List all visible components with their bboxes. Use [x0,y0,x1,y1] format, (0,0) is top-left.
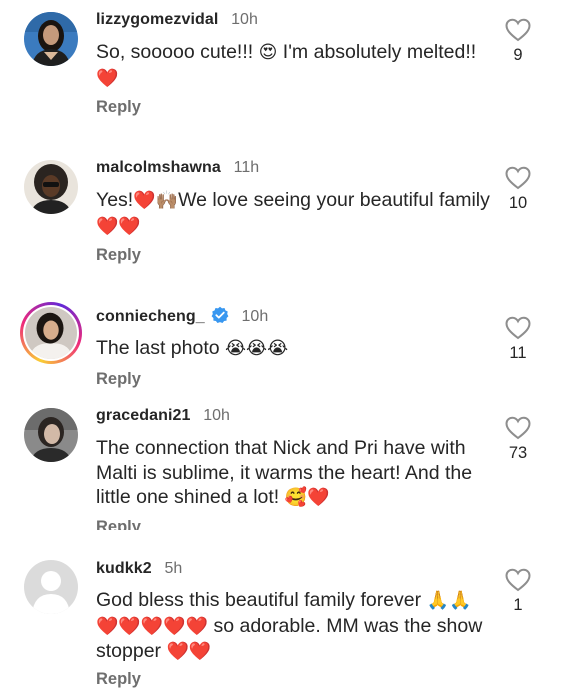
like-count: 9 [513,46,523,64]
reply-button[interactable]: Reply [96,370,141,389]
username[interactable]: kudkk2 [96,560,152,577]
username[interactable]: gracedani21 [96,407,190,424]
comment-meta: conniecheng_ 10h [96,306,268,327]
heart-outline-icon[interactable] [505,568,531,592]
emoji: ❤️❤️ [96,215,141,237]
heart-outline-icon[interactable] [505,166,531,190]
comment-text: The connection that Nick and Pri have wi… [96,436,496,511]
comment-text: The last photo 😭😭😭 [96,336,496,362]
comment-text-segment: We love seeing your beautiful family [178,189,490,211]
default-avatar-icon[interactable] [24,560,78,614]
like-control: 10 [498,166,538,213]
like-control: 1 [498,568,538,615]
emoji: ❤️❤️ [166,641,212,662]
timestamp: 10h [203,407,230,424]
like-control: 73 [498,416,538,463]
reply-button[interactable]: Reply [96,98,141,117]
comment-text-segment: Yes! [96,189,134,211]
verified-badge-icon [211,306,229,323]
avatar-image-lizzygomezvidal [24,12,78,66]
avatar[interactable] [24,408,78,462]
comment-item: conniecheng_ 10h The last photo 😭😭😭 Repl… [0,296,568,392]
comment-text: Yes!❤️🙌🏽We love seeing your beautiful fa… [96,188,496,239]
avatar-image-conniecheng [25,307,77,359]
like-control: 11 [498,316,538,363]
comment-meta: lizzygomezvidal 10h [96,9,258,30]
story-ring[interactable] [20,302,82,364]
heart-outline-icon[interactable] [505,416,531,440]
like-count: 1 [513,596,523,614]
avatar-image-malcolmshawna [24,160,78,214]
comment-meta: kudkk2 5h [96,558,182,579]
comment-item: lizzygomezvidal 10h So, sooooo cute!!! 😍… [0,0,568,140]
like-count: 11 [509,344,527,362]
emoji: 🥰❤️ [284,487,330,508]
comment-text: So, sooooo cute!!! 😍 I'm absolutely melt… [96,40,496,91]
reply-button[interactable]: Reply [96,246,141,265]
timestamp: 11h [233,159,260,176]
timestamp: 10h [241,308,269,325]
comment-text-segment: I'm absolutely melted!! [277,41,477,63]
comment-item: kudkk2 5h God bless this beautiful famil… [0,550,568,700]
comment-item: malcolmshawna 11h Yes!❤️🙌🏽We love seeing… [0,148,568,288]
like-count: 10 [508,194,528,212]
emoji: ❤️🙌🏽 [133,190,179,211]
comment-text: God bless this beautiful family forever … [96,588,491,665]
username[interactable]: lizzygomezvidal [96,11,218,28]
username[interactable]: conniecheng_ [96,308,205,325]
heart-outline-icon[interactable] [505,316,531,340]
comment-text-segment: God bless this beautiful family forever [96,589,427,611]
comment-text-segment: So, sooooo cute!!! [96,41,259,63]
avatar[interactable] [24,160,78,214]
timestamp: 10h [231,11,258,28]
comment-meta: gracedani21 10h [96,405,230,426]
heart-outline-icon[interactable] [505,18,531,42]
comment-item: gracedani21 10h The connection that Nick… [0,396,568,530]
avatar-image-gracedani21 [24,408,78,462]
comment-text-segment: The last photo [96,337,225,359]
emoji: 😭😭😭 [225,338,289,359]
reply-button[interactable]: Reply [96,670,141,689]
avatar [25,307,77,359]
emoji: 😍 [258,42,278,63]
timestamp: 5h [164,560,183,577]
like-control: 9 [498,18,538,65]
emoji: ❤️ [96,67,119,89]
reply-button[interactable]: Reply [96,518,141,530]
like-count: 73 [508,444,528,462]
comment-meta: malcolmshawna 11h [96,157,259,178]
username[interactable]: malcolmshawna [96,159,221,176]
avatar[interactable] [24,12,78,66]
